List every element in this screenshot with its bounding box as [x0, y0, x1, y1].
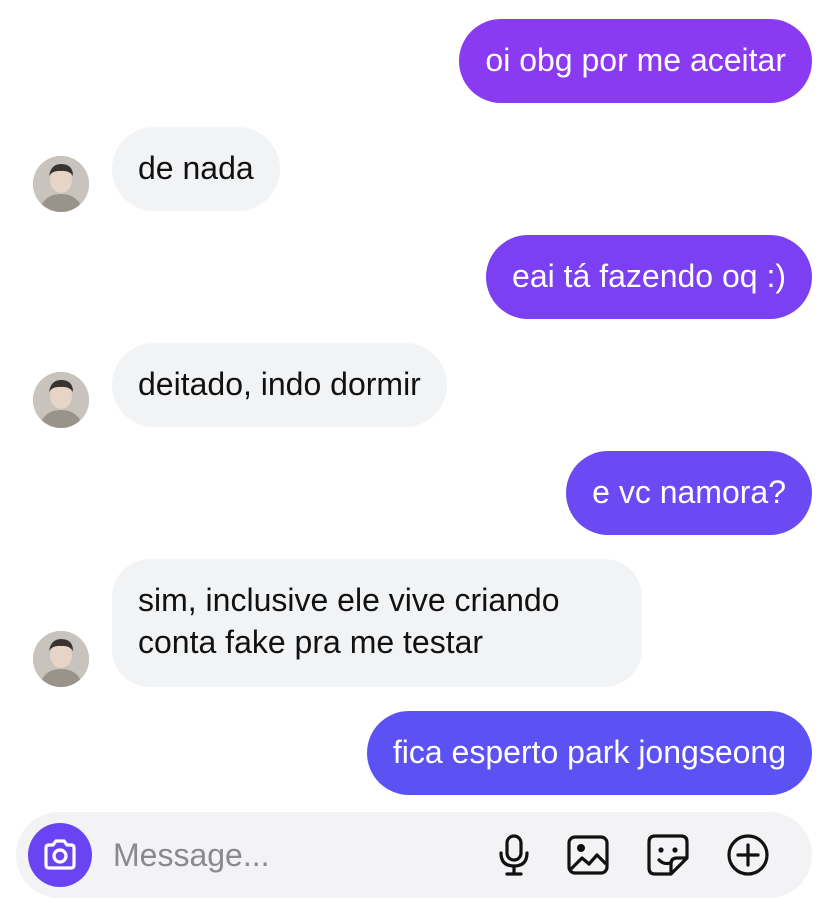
message-text: de nada	[138, 150, 254, 186]
camera-button[interactable]	[28, 823, 92, 887]
message-input[interactable]: Message...	[113, 834, 270, 876]
avatar[interactable]	[33, 156, 89, 212]
outgoing-message[interactable]: oi obg por me aceitar	[459, 19, 812, 103]
sticker-icon[interactable]	[644, 831, 692, 879]
incoming-message[interactable]: deitado, indo dormir	[112, 343, 447, 427]
outgoing-message[interactable]: e vc namora?	[566, 451, 812, 535]
message-text-line: sim, inclusive ele vive criando	[138, 582, 560, 618]
avatar[interactable]	[33, 631, 89, 687]
avatar[interactable]	[33, 372, 89, 428]
message-text: fica esperto park jongseong	[392, 734, 786, 770]
message-composer: Message...	[16, 812, 812, 898]
chat-thread: oi obg por me aceitar de nada eai tá faz…	[0, 0, 828, 901]
outgoing-message[interactable]: fica esperto park jongseong	[366, 711, 812, 795]
microphone-icon[interactable]	[490, 831, 538, 879]
message-text: e vc namora?	[592, 474, 786, 510]
outgoing-message[interactable]: eai tá fazendo oq :)	[486, 235, 812, 319]
message-text: oi obg por me aceitar	[485, 42, 786, 78]
photo-icon[interactable]	[564, 831, 612, 879]
message-text-line: conta fake pra me testar	[138, 624, 484, 660]
plus-icon[interactable]	[724, 831, 772, 879]
message-text: deitado, indo dormir	[138, 366, 421, 402]
incoming-message[interactable]: de nada	[112, 127, 280, 211]
camera-icon	[44, 839, 76, 870]
message-text: eai tá fazendo oq :)	[512, 258, 786, 294]
incoming-message[interactable]: sim, inclusive ele vive criando conta fa…	[112, 559, 642, 687]
